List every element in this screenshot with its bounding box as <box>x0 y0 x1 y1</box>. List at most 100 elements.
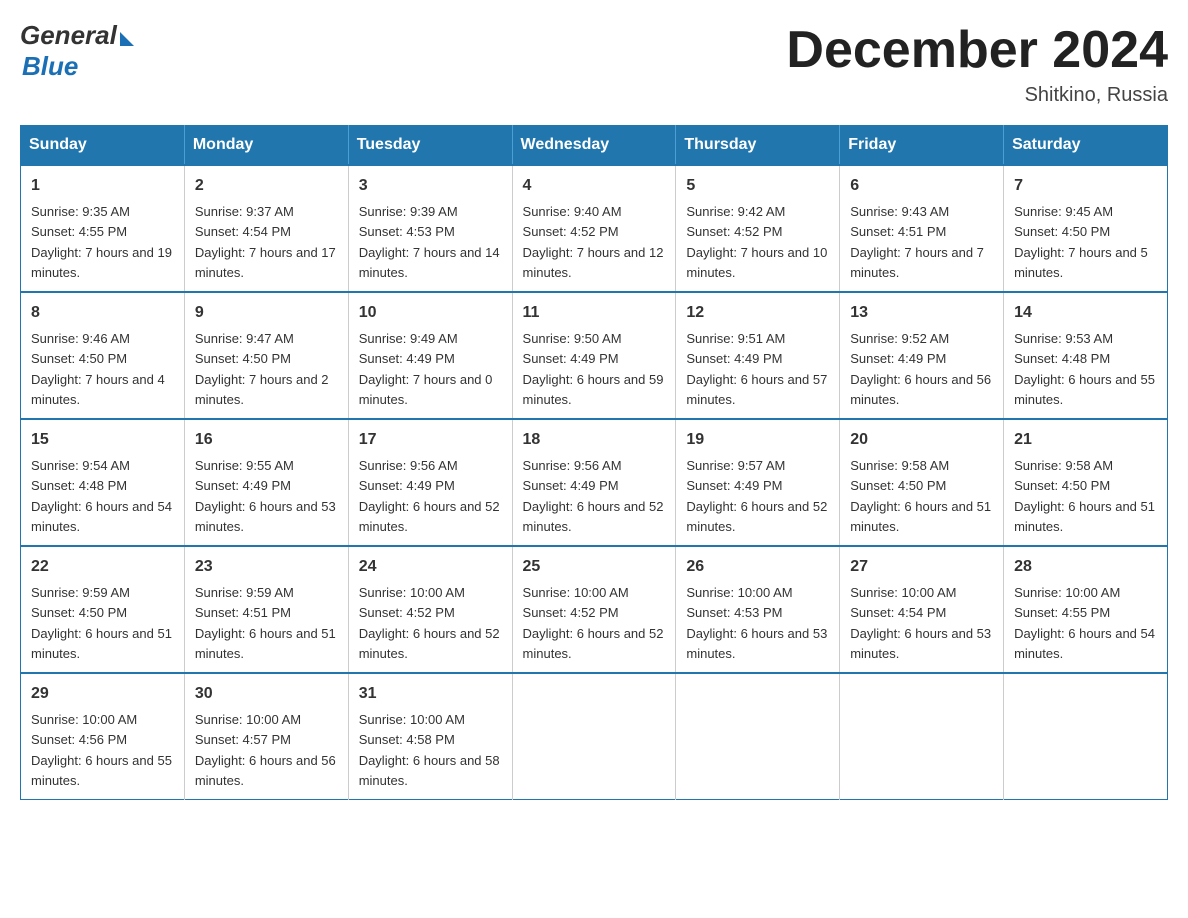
calendar-table: SundayMondayTuesdayWednesdayThursdayFrid… <box>20 125 1168 800</box>
day-info: Sunrise: 9:43 AMSunset: 4:51 PMDaylight:… <box>850 204 984 280</box>
calendar-cell: 30 Sunrise: 10:00 AMSunset: 4:57 PMDaylig… <box>184 673 348 800</box>
day-info: Sunrise: 9:35 AMSunset: 4:55 PMDaylight:… <box>31 204 172 280</box>
day-number: 5 <box>686 174 829 198</box>
day-number: 28 <box>1014 555 1157 579</box>
calendar-cell: 28 Sunrise: 10:00 AMSunset: 4:55 PMDaylig… <box>1004 546 1168 673</box>
day-number: 21 <box>1014 428 1157 452</box>
calendar-cell: 10 Sunrise: 9:49 AMSunset: 4:49 PMDayligh… <box>348 292 512 419</box>
day-info: Sunrise: 9:53 AMSunset: 4:48 PMDaylight:… <box>1014 331 1155 407</box>
day-info: Sunrise: 9:59 AMSunset: 4:51 PMDaylight:… <box>195 585 336 661</box>
logo-arrow-icon <box>120 32 134 46</box>
calendar-cell: 16Sunrise: 9:55 AMSunset: 4:49 PMDayligh… <box>184 419 348 546</box>
day-info: Sunrise: 10:00 AMSunset: 4:52 PMDaylight… <box>359 585 500 661</box>
calendar-cell: 21 Sunrise: 9:58 AMSunset: 4:50 PMDayligh… <box>1004 419 1168 546</box>
calendar-cell: 31Sunrise: 10:00 AMSunset: 4:58 PMDaylig… <box>348 673 512 800</box>
calendar-week-3: 15 Sunrise: 9:54 AMSunset: 4:48 PMDayligh… <box>21 419 1168 546</box>
logo-blue-text: Blue <box>22 51 78 82</box>
calendar-cell: 9 Sunrise: 9:47 AMSunset: 4:50 PMDaylight… <box>184 292 348 419</box>
day-number: 31 <box>359 682 502 706</box>
day-info: Sunrise: 9:47 AMSunset: 4:50 PMDaylight:… <box>195 331 329 407</box>
day-number: 7 <box>1014 174 1157 198</box>
day-info: Sunrise: 10:00 AMSunset: 4:53 PMDaylight… <box>686 585 827 661</box>
day-info: Sunrise: 9:56 AMSunset: 4:49 PMDaylight:… <box>359 458 500 534</box>
calendar-cell: 19 Sunrise: 9:57 AMSunset: 4:49 PMDayligh… <box>676 419 840 546</box>
calendar-cell: 25 Sunrise: 10:00 AMSunset: 4:52 PMDaylig… <box>512 546 676 673</box>
day-number: 8 <box>31 301 174 325</box>
header-cell-friday: Friday <box>840 126 1004 166</box>
header-cell-tuesday: Tuesday <box>348 126 512 166</box>
month-title: December 2024 <box>786 20 1168 80</box>
day-number: 1 <box>31 174 174 198</box>
day-info: Sunrise: 9:49 AMSunset: 4:49 PMDaylight:… <box>359 331 493 407</box>
day-number: 22 <box>31 555 174 579</box>
calendar-cell: 12 Sunrise: 9:51 AMSunset: 4:49 PMDayligh… <box>676 292 840 419</box>
calendar-cell: 24 Sunrise: 10:00 AMSunset: 4:52 PMDaylig… <box>348 546 512 673</box>
day-number: 11 <box>523 301 666 325</box>
day-info: Sunrise: 9:58 AMSunset: 4:50 PMDaylight:… <box>850 458 991 534</box>
day-number: 14 <box>1014 301 1157 325</box>
header-cell-wednesday: Wednesday <box>512 126 676 166</box>
day-info: Sunrise: 9:42 AMSunset: 4:52 PMDaylight:… <box>686 204 827 280</box>
day-number: 23 <box>195 555 338 579</box>
day-number: 16 <box>195 428 338 452</box>
day-number: 15 <box>31 428 174 452</box>
calendar-week-5: 29 Sunrise: 10:00 AMSunset: 4:56 PMDaylig… <box>21 673 1168 800</box>
day-info: Sunrise: 9:45 AMSunset: 4:50 PMDaylight:… <box>1014 204 1148 280</box>
day-number: 18 <box>523 428 666 452</box>
calendar-cell: 14 Sunrise: 9:53 AMSunset: 4:48 PMDayligh… <box>1004 292 1168 419</box>
day-info: Sunrise: 10:00 AMSunset: 4:52 PMDaylight… <box>523 585 664 661</box>
logo-general-text: General <box>20 20 117 51</box>
calendar-header: SundayMondayTuesdayWednesdayThursdayFrid… <box>21 126 1168 166</box>
day-number: 10 <box>359 301 502 325</box>
calendar-cell: 1 Sunrise: 9:35 AMSunset: 4:55 PMDaylight… <box>21 165 185 292</box>
calendar-cell: 17Sunrise: 9:56 AMSunset: 4:49 PMDayligh… <box>348 419 512 546</box>
page-header: General Blue December 2024 Shitkino, Rus… <box>20 20 1168 107</box>
day-info: Sunrise: 10:00 AMSunset: 4:54 PMDaylight… <box>850 585 991 661</box>
day-info: Sunrise: 9:51 AMSunset: 4:49 PMDaylight:… <box>686 331 827 407</box>
day-info: Sunrise: 10:00 AMSunset: 4:56 PMDaylight… <box>31 712 172 788</box>
calendar-cell: 15 Sunrise: 9:54 AMSunset: 4:48 PMDayligh… <box>21 419 185 546</box>
calendar-cell: 29 Sunrise: 10:00 AMSunset: 4:56 PMDaylig… <box>21 673 185 800</box>
calendar-cell: 23 Sunrise: 9:59 AMSunset: 4:51 PMDayligh… <box>184 546 348 673</box>
calendar-cell: 2 Sunrise: 9:37 AMSunset: 4:54 PMDaylight… <box>184 165 348 292</box>
day-info: Sunrise: 10:00 AMSunset: 4:57 PMDaylight… <box>195 712 336 788</box>
calendar-cell <box>1004 673 1168 800</box>
day-number: 9 <box>195 301 338 325</box>
day-number: 2 <box>195 174 338 198</box>
day-info: Sunrise: 9:58 AMSunset: 4:50 PMDaylight:… <box>1014 458 1155 534</box>
day-info: Sunrise: 10:00 AMSunset: 4:55 PMDaylight… <box>1014 585 1155 661</box>
calendar-cell: 13Sunrise: 9:52 AMSunset: 4:49 PMDayligh… <box>840 292 1004 419</box>
day-info: Sunrise: 9:52 AMSunset: 4:49 PMDaylight:… <box>850 331 991 407</box>
calendar-week-4: 22Sunrise: 9:59 AMSunset: 4:50 PMDayligh… <box>21 546 1168 673</box>
calendar-cell: 26 Sunrise: 10:00 AMSunset: 4:53 PMDaylig… <box>676 546 840 673</box>
calendar-week-2: 8Sunrise: 9:46 AMSunset: 4:50 PMDaylight… <box>21 292 1168 419</box>
day-info: Sunrise: 9:37 AMSunset: 4:54 PMDaylight:… <box>195 204 336 280</box>
header-cell-monday: Monday <box>184 126 348 166</box>
day-number: 30 <box>195 682 338 706</box>
calendar-cell: 27 Sunrise: 10:00 AMSunset: 4:54 PMDaylig… <box>840 546 1004 673</box>
calendar-cell: 8Sunrise: 9:46 AMSunset: 4:50 PMDaylight… <box>21 292 185 419</box>
day-number: 26 <box>686 555 829 579</box>
calendar-cell: 7 Sunrise: 9:45 AMSunset: 4:50 PMDaylight… <box>1004 165 1168 292</box>
day-number: 6 <box>850 174 993 198</box>
title-section: December 2024 Shitkino, Russia <box>786 20 1168 107</box>
logo: General Blue <box>20 20 134 82</box>
day-info: Sunrise: 9:54 AMSunset: 4:48 PMDaylight:… <box>31 458 172 534</box>
calendar-cell: 22Sunrise: 9:59 AMSunset: 4:50 PMDayligh… <box>21 546 185 673</box>
day-number: 19 <box>686 428 829 452</box>
day-info: Sunrise: 9:57 AMSunset: 4:49 PMDaylight:… <box>686 458 827 534</box>
day-info: Sunrise: 9:40 AMSunset: 4:52 PMDaylight:… <box>523 204 664 280</box>
day-number: 12 <box>686 301 829 325</box>
day-number: 27 <box>850 555 993 579</box>
header-cell-saturday: Saturday <box>1004 126 1168 166</box>
calendar-cell: 11Sunrise: 9:50 AMSunset: 4:49 PMDayligh… <box>512 292 676 419</box>
day-number: 4 <box>523 174 666 198</box>
calendar-body: 1 Sunrise: 9:35 AMSunset: 4:55 PMDaylight… <box>21 165 1168 800</box>
location: Shitkino, Russia <box>786 84 1168 107</box>
day-number: 20 <box>850 428 993 452</box>
day-number: 3 <box>359 174 502 198</box>
day-number: 24 <box>359 555 502 579</box>
day-number: 25 <box>523 555 666 579</box>
day-info: Sunrise: 9:39 AMSunset: 4:53 PMDaylight:… <box>359 204 500 280</box>
day-number: 29 <box>31 682 174 706</box>
